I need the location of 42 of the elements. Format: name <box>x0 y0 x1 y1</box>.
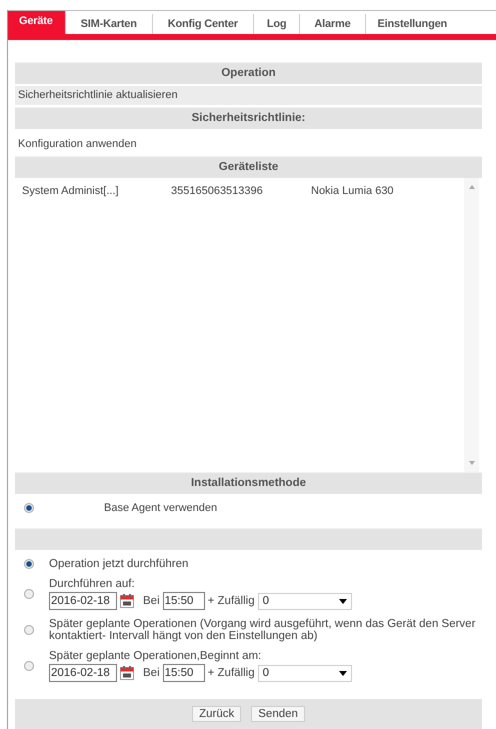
calendar-icon[interactable] <box>120 594 134 608</box>
time-label: Bei <box>143 595 160 607</box>
tab[interactable]: Geräte <box>8 11 66 34</box>
time-label: Bei <box>143 667 160 679</box>
operation-value: Sicherheitsrichtlinie aktualisieren <box>15 86 482 105</box>
section-header: Operation <box>15 62 482 84</box>
random-dropdown[interactable]: 0 <box>258 664 352 682</box>
time-field[interactable]: 15:50 <box>162 664 205 682</box>
option-label: Durchführen auf: <box>49 578 136 590</box>
table-cell-text: System Administ[...] <box>22 185 120 197</box>
caret-icon <box>338 598 347 604</box>
date-field[interactable]: 2016-02-18 <box>49 592 117 610</box>
tab[interactable]: Einstellungen <box>366 14 448 34</box>
radio-button[interactable] <box>24 503 34 513</box>
section-header: Sicherheitsrichtlinie: <box>15 107 482 129</box>
tab[interactable]: SIM-Karten <box>66 14 153 34</box>
random-label: + Zufällig <box>208 667 255 679</box>
policy-value: Konfiguration anwenden <box>17 137 138 152</box>
scroll-up-icon[interactable] <box>468 184 476 190</box>
option-label: Operation jetzt durchführen <box>49 558 188 570</box>
caret-icon <box>338 670 347 676</box>
action-button[interactable]: Senden <box>251 706 305 722</box>
radio-button[interactable] <box>24 589 34 599</box>
radio-button[interactable] <box>24 625 34 635</box>
option-label: Base Agent verwenden <box>104 502 218 514</box>
scroll-down-icon[interactable] <box>468 460 476 466</box>
random-label: + Zufällig <box>208 595 255 607</box>
table-cell-text: 355165063513396 <box>171 185 264 197</box>
radio-button[interactable] <box>24 661 34 671</box>
time-field[interactable]: 15:50 <box>162 592 205 610</box>
section-header: Installationsmethode <box>15 472 482 494</box>
random-dropdown[interactable]: 0 <box>258 592 352 610</box>
option-label: Später geplante Operationen (Vorgang wird ausgeführt, wenn das Gerät den Server kontaktiert- Intervall hängt von den Einstellungen ab) <box>49 618 476 642</box>
action-button[interactable]: Zurück <box>192 706 242 722</box>
calendar-icon[interactable] <box>120 666 134 680</box>
tab[interactable]: Konfig Center <box>152 14 254 34</box>
table-cell: Nokia Lumia 630 <box>311 185 394 197</box>
scrollbar[interactable] <box>464 178 479 472</box>
date-field[interactable]: 2016-02-18 <box>49 664 117 682</box>
option-label: Später geplante Operationen,Beginnt am: <box>49 650 262 662</box>
section-header: Geräteliste <box>15 156 482 178</box>
radio-button[interactable] <box>24 559 34 569</box>
